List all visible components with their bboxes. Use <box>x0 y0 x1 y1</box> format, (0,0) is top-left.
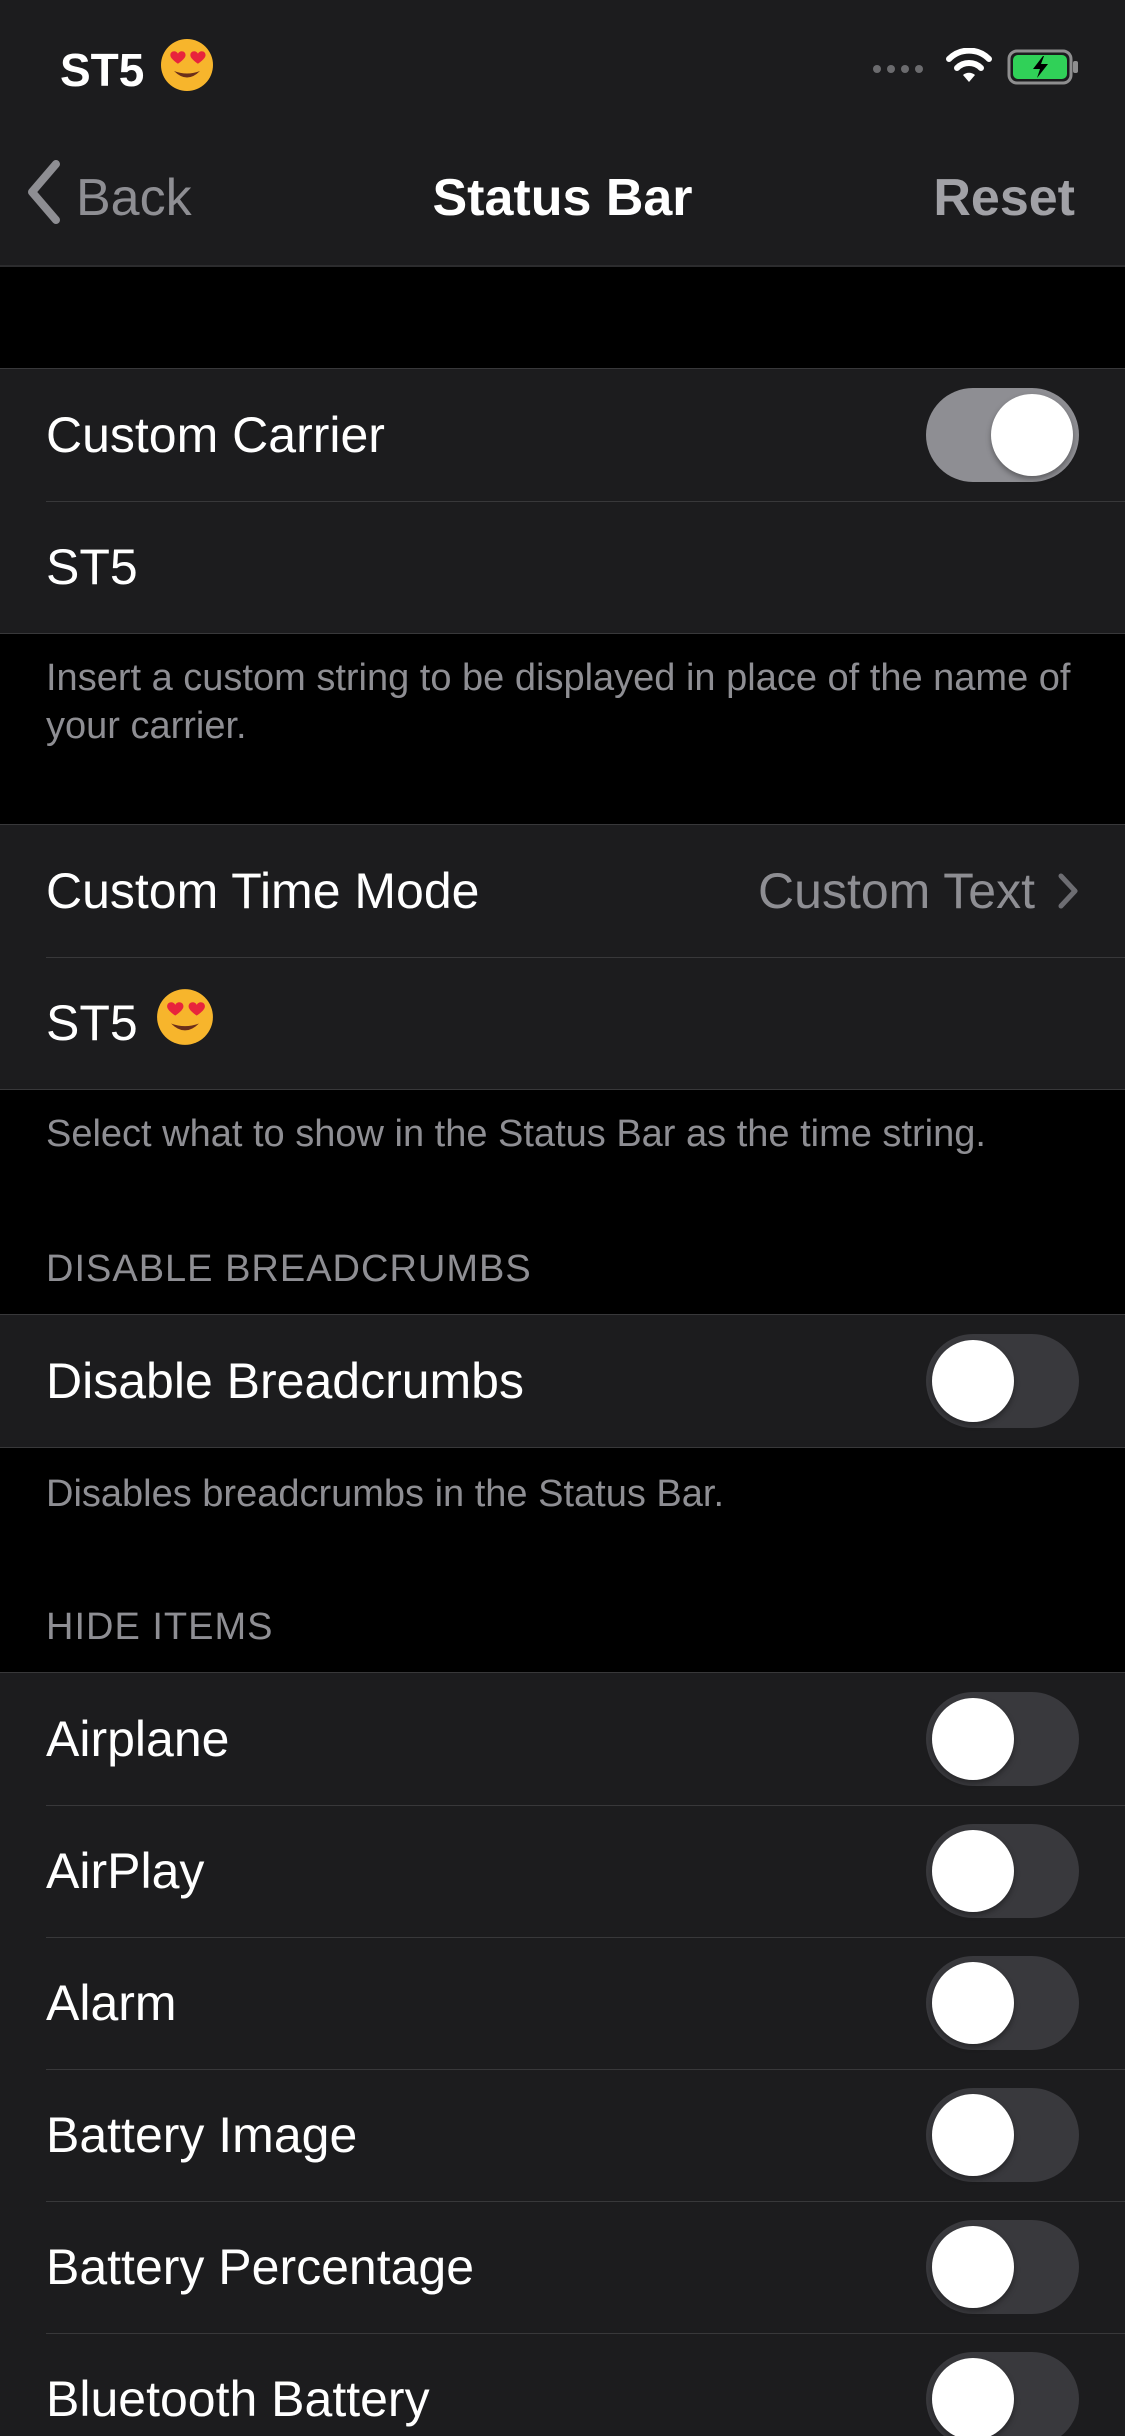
chevron-left-icon <box>24 159 64 237</box>
disable-breadcrumbs-label: Disable Breadcrumbs <box>46 1353 524 1409</box>
disable-breadcrumbs-toggle[interactable] <box>926 1334 1079 1428</box>
signal-dots-icon <box>873 65 923 73</box>
custom-carrier-text-field[interactable]: ST5 <box>0 501 1125 633</box>
toggle-knob <box>932 1698 1014 1780</box>
toggle-knob <box>932 2358 1014 2436</box>
custom-carrier-footer: Insert a custom string to be displayed i… <box>46 657 1071 747</box>
toggle-knob <box>932 1340 1014 1422</box>
carrier-text: ST5 <box>60 44 145 96</box>
custom-carrier-toggle[interactable] <box>926 388 1079 482</box>
toggle-knob <box>932 1830 1014 1912</box>
hide-bluetooth-battery-toggle[interactable] <box>926 2352 1079 2436</box>
heart-eyes-emoji-icon <box>160 38 214 103</box>
hide-items-header: HIDE ITEMS <box>46 1606 274 1648</box>
hide-item-label: Battery Percentage <box>46 2239 475 2295</box>
hide-airplay-toggle[interactable] <box>926 1824 1079 1918</box>
custom-time-text-value: ST5 <box>46 995 138 1051</box>
hide-item-bluetooth-battery-row: Bluetooth Battery <box>0 2333 1125 2436</box>
custom-carrier-group: Custom Carrier ST5 <box>0 368 1125 634</box>
hide-items-group: Airplane AirPlay Alarm Battery Image Bat… <box>0 1672 1125 2436</box>
hide-alarm-toggle[interactable] <box>926 1956 1079 2050</box>
hide-item-label: AirPlay <box>46 1843 205 1899</box>
disable-breadcrumbs-header: DISABLE BREADCRUMBS <box>46 1248 532 1290</box>
hide-item-battery-image-row: Battery Image <box>0 2069 1125 2201</box>
disable-breadcrumbs-row: Disable Breadcrumbs <box>0 1315 1125 1447</box>
custom-carrier-row: Custom Carrier <box>0 369 1125 501</box>
custom-time-group: Custom Time Mode Custom Text ST5 <box>0 824 1125 1090</box>
custom-time-mode-label: Custom Time Mode <box>46 863 480 919</box>
disable-breadcrumbs-footer: Disables breadcrumbs in the Status Bar. <box>46 1473 725 1515</box>
hide-battery-percentage-toggle[interactable] <box>926 2220 1079 2314</box>
disable-breadcrumbs-group: Disable Breadcrumbs <box>0 1314 1125 1448</box>
custom-carrier-value: ST5 <box>46 539 138 595</box>
toggle-knob <box>991 394 1073 476</box>
hide-airplane-toggle[interactable] <box>926 1692 1079 1786</box>
toggle-knob <box>932 2094 1014 2176</box>
custom-time-mode-row[interactable]: Custom Time Mode Custom Text <box>0 825 1125 957</box>
custom-time-footer: Select what to show in the Status Bar as… <box>46 1113 986 1155</box>
custom-time-text-field[interactable]: ST5 <box>0 957 1125 1089</box>
status-bar-carrier: ST5 <box>60 38 214 102</box>
wifi-icon <box>945 47 993 91</box>
navigation-header: ST5 Back Status Bar Reset <box>0 0 1125 267</box>
custom-carrier-label: Custom Carrier <box>46 407 385 463</box>
hide-battery-image-toggle[interactable] <box>926 2088 1079 2182</box>
reset-button[interactable]: Reset <box>933 160 1075 236</box>
hide-item-battery-percentage-row: Battery Percentage <box>0 2201 1125 2333</box>
toggle-knob <box>932 2226 1014 2308</box>
settings-screen: ST5 Back Status Bar Reset Custom Carrier… <box>0 0 1125 2436</box>
status-bar-indicators <box>873 44 1081 94</box>
back-label: Back <box>76 169 192 227</box>
hide-item-label: Bluetooth Battery <box>46 2371 430 2427</box>
hide-item-label: Alarm <box>46 1975 177 2031</box>
custom-time-mode-value: Custom Text <box>758 863 1035 919</box>
toggle-knob <box>932 1962 1014 2044</box>
hide-item-airplay-row: AirPlay <box>0 1805 1125 1937</box>
hide-item-alarm-row: Alarm <box>0 1937 1125 2069</box>
chevron-right-icon <box>1057 872 1079 910</box>
hide-item-label: Battery Image <box>46 2107 358 2163</box>
hide-item-label: Airplane <box>46 1711 230 1767</box>
custom-time-text-wrap: ST5 <box>46 988 1079 1058</box>
hide-item-airplane-row: Airplane <box>0 1673 1125 1805</box>
battery-charging-icon <box>1007 49 1081 90</box>
back-button[interactable]: Back <box>24 159 192 237</box>
heart-eyes-emoji-icon <box>156 988 214 1058</box>
